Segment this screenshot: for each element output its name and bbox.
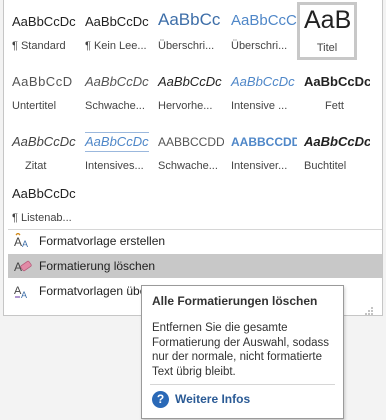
- style-sample: AABBCCDD: [231, 135, 297, 149]
- style-name: Hervorhe...: [158, 100, 213, 112]
- help-link-label: Weitere Infos: [175, 392, 251, 406]
- style-name: Zitat: [25, 160, 47, 172]
- style-sample: AaBbCcDc: [304, 134, 370, 149]
- style-untertitel[interactable]: AaBbCcD Untertitel: [7, 62, 78, 120]
- style-sample: AaBbCcC: [231, 12, 297, 29]
- style-intensive-hervorhebung[interactable]: AaBbCcDc Intensive ...: [226, 62, 297, 120]
- style-name: Überschri...: [231, 40, 288, 52]
- style-name: ¶ Standard: [12, 40, 66, 52]
- style-name: Schwache...: [85, 100, 145, 112]
- style-zitat[interactable]: AaBbCcDc Zitat: [7, 122, 78, 180]
- svg-text:A: A: [21, 290, 27, 299]
- style-name: Schwache...: [158, 160, 218, 172]
- style-buchtitel[interactable]: AaBbCcDc Buchtitel: [299, 122, 370, 180]
- style-sample: AABBCCDD: [158, 135, 224, 149]
- create-style-label: Formatvorlage erstellen: [39, 234, 166, 248]
- style-intensives-zitat[interactable]: AaBbCcDc Intensives...: [80, 122, 151, 180]
- style-intensiver-verweis[interactable]: AABBCCDD Intensiver...: [226, 122, 297, 180]
- style-sample: AaBbCcDc: [85, 74, 149, 89]
- style-titel[interactable]: AaB Titel: [297, 2, 357, 60]
- create-style-menu-item[interactable]: A A Formatvorlage erstellen: [8, 229, 382, 253]
- style-sample: AaBbCcDc: [304, 74, 370, 89]
- clear-formatting-menu-item[interactable]: A Formatierung löschen: [8, 254, 382, 278]
- svg-text:A: A: [14, 235, 22, 249]
- style-sample: AaBbCcDc: [12, 134, 76, 149]
- style-sample: AaBbCcDc: [12, 14, 76, 29]
- styles-grid: AaBbCcDc ¶ Standard AaBbCcDc ¶ Kein Lee.…: [7, 2, 379, 224]
- style-name: Intensive ...: [231, 100, 288, 112]
- style-schwacher-verweis[interactable]: AABBCCDD Schwache...: [153, 122, 224, 180]
- styles-gallery-dropdown: AaBbCcDc ¶ Standard AaBbCcDc ¶ Kein Lee.…: [3, 0, 383, 316]
- apply-styles-icon: A A: [14, 283, 32, 300]
- resize-grip-icon[interactable]: [364, 303, 374, 315]
- style-name: Untertitel: [12, 100, 57, 112]
- style-name: ¶ Listenab...: [12, 212, 72, 224]
- style-schwache-hervorhebung[interactable]: AaBbCcDc Schwache...: [80, 62, 151, 120]
- clear-formatting-tooltip: Alle Formatierungen löschen Entfernen Si…: [141, 285, 344, 419]
- tooltip-divider: [150, 384, 335, 385]
- style-sample: AaBbCcD: [12, 74, 73, 89]
- style-standard[interactable]: AaBbCcDc ¶ Standard: [7, 2, 78, 60]
- style-name: Buchtitel: [304, 160, 347, 172]
- style-fett[interactable]: AaBbCcDc Fett: [299, 62, 370, 120]
- new-style-icon: A A: [14, 232, 32, 249]
- style-name: ¶ Kein Lee...: [85, 40, 147, 52]
- style-sample: AaBbCcDc: [158, 74, 222, 89]
- tooltip-title: Alle Formatierungen löschen: [152, 294, 318, 308]
- style-sample: AaB: [304, 6, 352, 34]
- style-sample: AaBbCcDc: [12, 186, 76, 201]
- style-name: Fett: [325, 100, 344, 112]
- clear-formatting-label: Formatierung löschen: [39, 259, 156, 273]
- style-name: Titel: [316, 42, 338, 54]
- style-sample: AaBbCcDc: [85, 132, 149, 152]
- style-hervorhebung[interactable]: AaBbCcDc Hervorhe...: [153, 62, 224, 120]
- apply-styles-label: Formatvorlagen übe: [39, 284, 147, 298]
- clear-formatting-icon: A: [14, 258, 32, 274]
- style-name: Intensives...: [85, 160, 144, 172]
- style-sample: AaBbCcDc: [85, 14, 149, 29]
- style-sample: AaBbCc: [158, 10, 221, 29]
- style-ueberschrift-1[interactable]: AaBbCc Überschri...: [153, 2, 224, 60]
- help-icon: ?: [152, 391, 169, 408]
- style-sample: AaBbCcDc: [231, 74, 295, 89]
- style-name: Intensiver...: [231, 160, 288, 172]
- style-ueberschrift-2[interactable]: AaBbCcC Überschri...: [226, 2, 297, 60]
- svg-text:A: A: [22, 239, 28, 249]
- style-kein-leerraum[interactable]: AaBbCcDc ¶ Kein Lee...: [80, 2, 151, 60]
- style-listenabsatz[interactable]: AaBbCcDc ¶ Listenab...: [7, 174, 78, 232]
- style-name: Überschri...: [158, 40, 215, 52]
- tooltip-body: Entfernen Sie die gesamte Formatierung d…: [152, 322, 330, 378]
